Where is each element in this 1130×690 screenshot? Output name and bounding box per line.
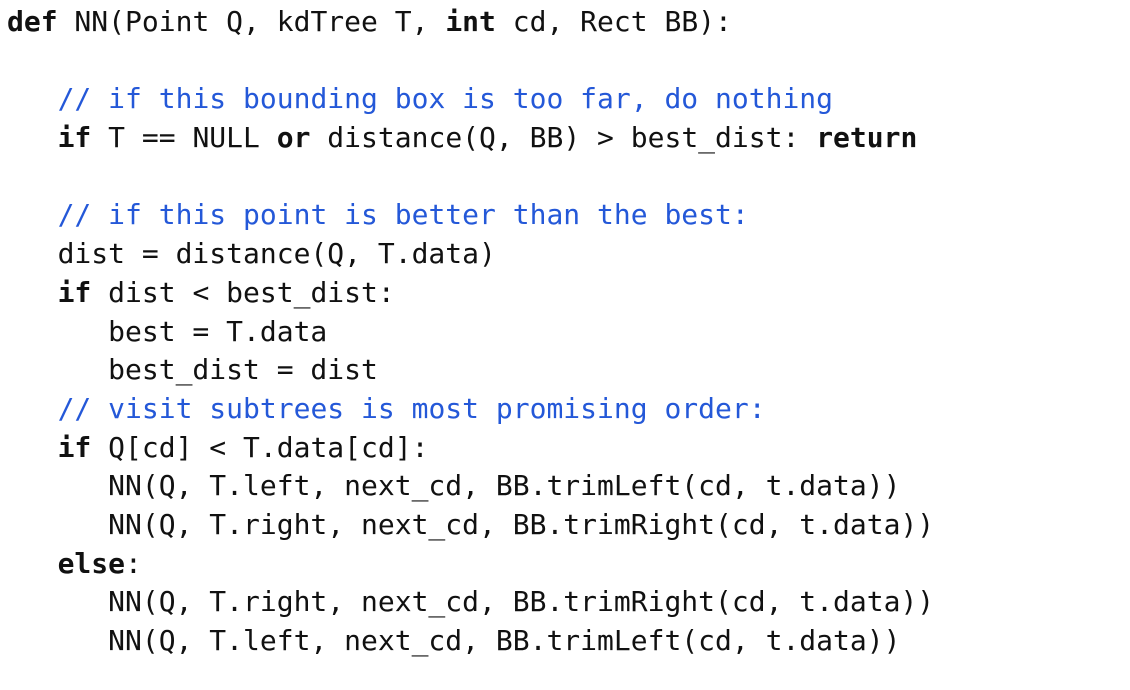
keyword-token: if — [57, 275, 92, 309]
code-line: NN(Q, T.left, next_cd, BB.trimLeft(cd, t… — [7, 622, 934, 661]
code-line: NN(Q, T.left, next_cd, BB.trimLeft(cd, t… — [7, 467, 934, 506]
keyword-token: else — [57, 546, 126, 580]
code-line: NN(Q, T.right, next_cd, BB.trimRight(cd,… — [7, 506, 934, 545]
code-line: best_dist = dist — [7, 351, 934, 390]
keyword-token: if — [57, 121, 92, 155]
code-line: if T == NULL or distance(Q, BB) > best_d… — [7, 119, 934, 158]
code-line: if Q[cd] < T.data[cd]: — [7, 429, 934, 468]
keyword-token: int — [445, 5, 496, 38]
keyword-token: return — [816, 121, 918, 155]
code-line: def NN(Point Q, kdTree T, int cd, Rect B… — [7, 3, 934, 42]
keyword-token: def — [7, 5, 58, 38]
code-token: : — [125, 546, 142, 580]
code-token: NN(Point Q, kdTree T, — [57, 5, 446, 38]
code-line: // visit subtrees is most promising orde… — [7, 390, 934, 429]
code-line: NN(Q, T.right, next_cd, BB.trimRight(cd,… — [7, 583, 934, 622]
comment-token: // if this bounding box is too far, do n… — [57, 82, 834, 116]
code-block: def NN(Point Q, kdTree T, int cd, Rect B… — [7, 3, 934, 661]
keyword-token: or — [276, 121, 311, 155]
code-token: dist < best_dist: — [91, 275, 395, 309]
code-token: NN(Q, T.left, next_cd, BB.trimLeft(cd, t… — [7, 624, 901, 657]
code-token: cd, Rect BB): — [495, 5, 732, 38]
keyword-token: if — [57, 430, 92, 464]
code-line: dist = distance(Q, T.data) — [7, 235, 934, 274]
comment-token: // visit subtrees is most promising orde… — [57, 391, 766, 425]
code-line: else: — [7, 545, 934, 584]
code-line: // if this bounding box is too far, do n… — [7, 80, 934, 119]
code-line: // if this point is better than the best… — [7, 196, 934, 235]
code-token: distance(Q, BB) > best_dist: — [310, 121, 817, 155]
code-token: best_dist = dist — [7, 353, 378, 387]
code-token: NN(Q, T.right, next_cd, BB.trimRight(cd,… — [7, 507, 935, 541]
code-token: dist = distance(Q, T.data) — [7, 237, 496, 271]
comment-token: // if this point is better than the best… — [57, 198, 749, 232]
code-token: NN(Q, T.left, next_cd, BB.trimLeft(cd, t… — [7, 469, 901, 503]
code-line: best = T.data — [7, 313, 934, 352]
code-token: Q[cd] < T.data[cd]: — [91, 430, 429, 464]
code-token: NN(Q, T.right, next_cd, BB.trimRight(cd,… — [7, 585, 935, 619]
code-token: best = T.data — [7, 314, 328, 348]
code-line: if dist < best_dist: — [7, 274, 934, 313]
code-token: T == NULL — [91, 121, 277, 155]
